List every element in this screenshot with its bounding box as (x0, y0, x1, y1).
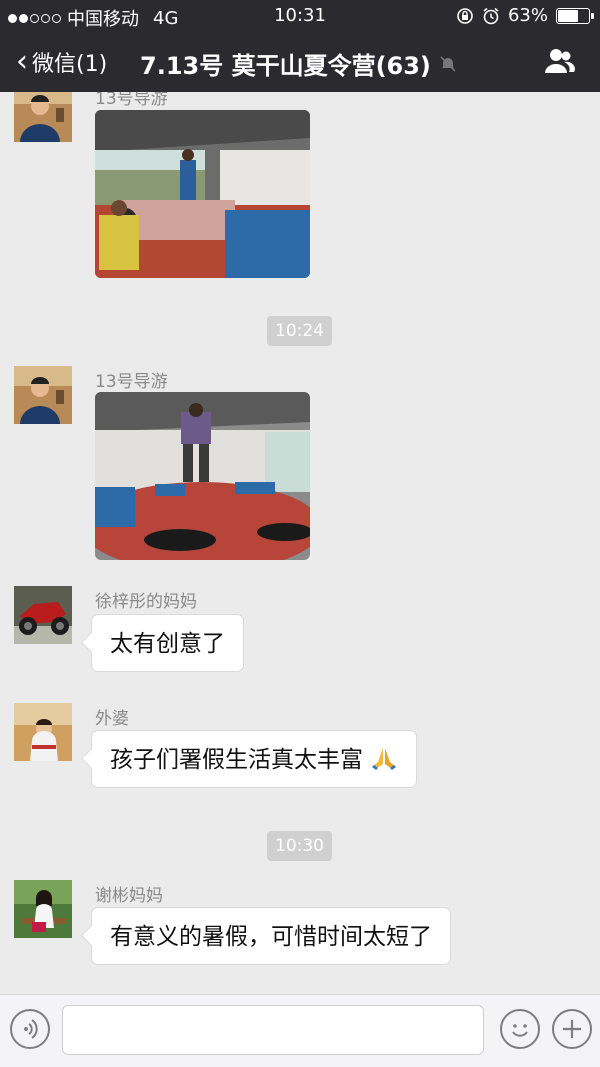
avatar-guide[interactable] (14, 366, 72, 424)
emoji-button[interactable] (500, 1009, 540, 1049)
back-button[interactable]: ‹ 微信(1) (16, 46, 107, 78)
message-bubble[interactable]: 孩子们署假生活真太丰富 (91, 730, 418, 788)
plus-icon (563, 1020, 581, 1038)
alarm-icon (483, 7, 499, 24)
back-label: 微信(1) (32, 52, 108, 77)
shared-photo[interactable] (95, 110, 310, 278)
group-members-icon[interactable] (542, 46, 576, 76)
message-text: 有意义的暑假，可惜时间太短了 (110, 924, 432, 950)
chat-history[interactable]: 13号导游 10:24 13号导游 徐梓彤的妈妈 太有创意了 外婆 孩子们署假生… (0, 92, 600, 992)
message-bubble[interactable]: 太有创意了 (91, 614, 244, 672)
status-bar: 中国移动 4G 10:31 63% (0, 0, 600, 32)
avatar-xu-mom[interactable] (14, 586, 72, 644)
smiley-icon (512, 1024, 528, 1037)
message-input[interactable] (62, 1005, 484, 1055)
nav-bar: ‹ 微信(1) 7.13号 莫干山夏令营(63) (0, 32, 600, 92)
shared-photo[interactable] (95, 392, 310, 560)
avatar-guide[interactable] (14, 92, 72, 142)
avatar-xie-mom[interactable] (14, 880, 72, 938)
message-bubble[interactable]: 有意义的暑假，可惜时间太短了 (91, 907, 451, 965)
sender-name: 徐梓彤的妈妈 (95, 592, 197, 612)
more-actions-button[interactable] (552, 1009, 592, 1049)
folded-hands-icon (372, 748, 397, 770)
message-text: 孩子们署假生活真太丰富 (110, 747, 363, 773)
battery-percent: 63% (507, 5, 548, 26)
chat-title: 7.13号 莫干山夏令营(63) (140, 46, 457, 81)
voice-icon (24, 1019, 38, 1039)
timestamp-pill: 10:30 (267, 831, 332, 861)
timestamp-pill: 10:24 (267, 316, 332, 346)
sender-name: 谢彬妈妈 (95, 886, 163, 906)
mute-bell-icon (440, 55, 456, 72)
sender-name: 13号导游 (95, 372, 168, 392)
sender-name: 13号导游 (95, 92, 168, 109)
voice-input-button[interactable] (10, 1009, 50, 1049)
battery-icon (556, 7, 594, 24)
avatar-grandma[interactable] (14, 703, 72, 761)
input-bar (0, 994, 600, 1067)
chat-title-text: 7.13号 莫干山夏令营(63) (140, 52, 431, 80)
rotation-lock-icon (457, 7, 473, 24)
chevron-left-icon: ‹ (16, 44, 28, 79)
message-text: 太有创意了 (110, 631, 225, 657)
sender-name: 外婆 (95, 709, 129, 729)
